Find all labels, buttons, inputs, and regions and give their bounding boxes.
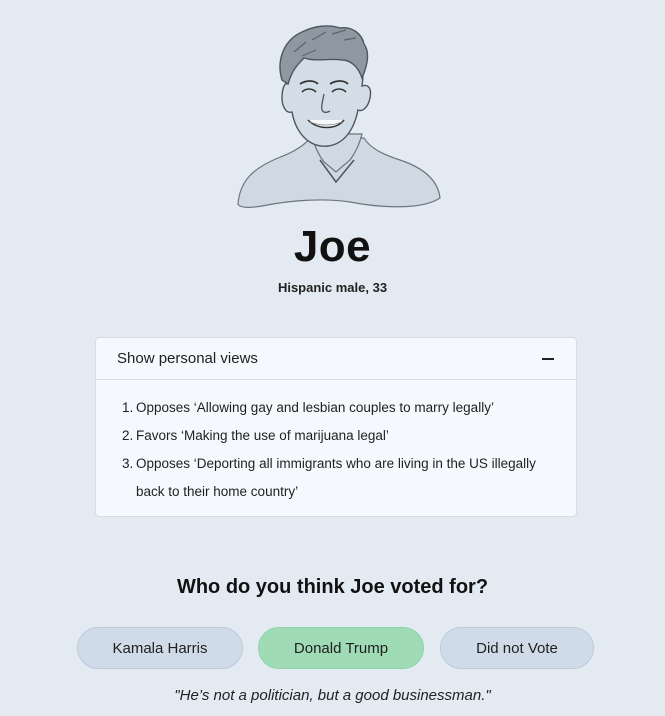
list-item: 3. Opposes ‘Deporting all immigrants who…	[122, 450, 552, 506]
person-name: Joe	[293, 222, 372, 271]
choice-kamala-harris-button[interactable]: Kamala Harris	[77, 627, 243, 669]
choice-did-not-vote-button[interactable]: Did not Vote	[440, 627, 594, 669]
list-item-text: Opposes ‘Deporting all immigrants who ar…	[136, 456, 536, 499]
views-list: 1. Opposes ‘Allowing gay and lesbian cou…	[96, 380, 576, 506]
minus-icon[interactable]	[542, 357, 554, 360]
person-quote: "He’s not a politician, but a good busin…	[174, 687, 491, 704]
personal-views-panel: Show personal views 1. Opposes ‘Allowing…	[95, 337, 577, 517]
person-description: Hispanic male, 33	[277, 280, 388, 295]
panel-title: Show personal views	[117, 350, 258, 367]
list-item-text: Opposes ‘Allowing gay and lesbian couple…	[136, 400, 494, 415]
personal-views-toggle[interactable]: Show personal views	[96, 338, 576, 380]
list-item-number: 2.	[122, 428, 134, 443]
list-item-text: Favors ‘Making the use of marijuana lega…	[136, 428, 389, 443]
list-item: 1. Opposes ‘Allowing gay and lesbian cou…	[122, 394, 552, 422]
list-item: 2. Favors ‘Making the use of marijuana l…	[122, 422, 552, 450]
voter-card-page: Joe Hispanic male, 33 Show personal view…	[0, 0, 665, 716]
choice-donald-trump-button[interactable]: Donald Trump	[258, 627, 424, 669]
vote-question: Who do you think Joe voted for?	[176, 576, 489, 598]
list-item-number: 3.	[122, 456, 134, 471]
man-portrait-sketch-icon	[237, 25, 441, 208]
list-item-number: 1.	[122, 400, 134, 415]
